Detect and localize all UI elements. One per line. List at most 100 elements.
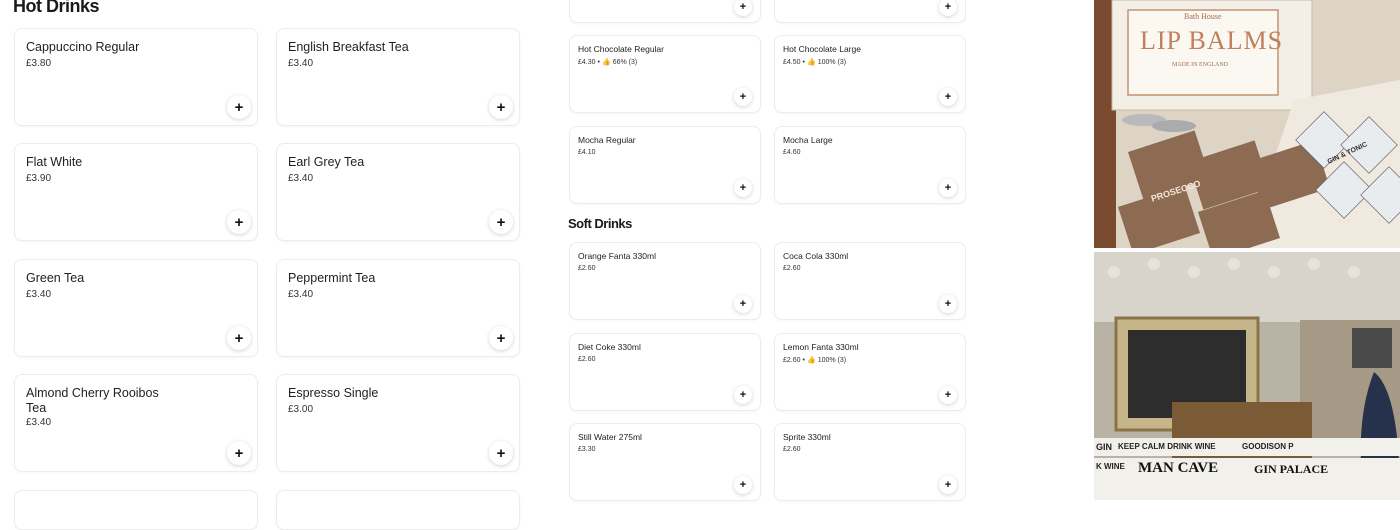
add-to-basket-button[interactable]: + <box>489 441 513 465</box>
menu-item-card[interactable]: Earl Grey Tea £3.40 + <box>276 143 520 241</box>
add-to-basket-button[interactable]: + <box>939 386 957 404</box>
menu-item-card[interactable]: Mocha Regular £4.10 + <box>569 126 761 204</box>
menu-item-card[interactable]: + <box>774 0 966 23</box>
man-cave-photo: GIN KEEP CALM DRINK WINE GOODISON P K WI… <box>1094 252 1400 500</box>
item-price: £3.30 <box>578 446 596 453</box>
add-to-basket-button[interactable]: + <box>734 476 752 494</box>
sign-gin-palace: GIN PALACE <box>1254 462 1329 476</box>
add-to-basket-button[interactable]: + <box>939 88 957 106</box>
add-to-basket-button[interactable]: + <box>227 210 251 234</box>
plus-icon: + <box>234 444 244 462</box>
sign-gin-left: GIN <box>1096 442 1113 452</box>
item-price: £4.10 <box>578 149 596 156</box>
sign-wine-left: K WINE <box>1096 462 1125 471</box>
menu-item-card[interactable]: Orange Fanta 330ml £2.60 + <box>569 242 761 320</box>
add-to-basket-button[interactable]: + <box>939 295 957 313</box>
item-price: £2.60 <box>783 446 801 453</box>
menu-item-card[interactable]: Lemon Fanta 330ml £2.60 • 👍 100% (3) + <box>774 333 966 411</box>
item-name: Still Water 275ml <box>578 432 642 442</box>
item-price: £4.50 <box>783 58 801 66</box>
menu-item-card[interactable]: Sprite 330ml £2.60 + <box>774 423 966 501</box>
plus-icon: + <box>496 213 506 231</box>
item-price: £2.60 <box>578 265 596 272</box>
menu-item-card[interactable]: Flat White £3.90 + <box>14 143 258 241</box>
item-name: Mocha Large <box>783 135 833 145</box>
item-price-rating: £4.50 • 👍 100% (3) <box>783 58 847 67</box>
sign-goodison: GOODISON P <box>1242 442 1294 451</box>
plus-icon: + <box>944 389 952 401</box>
menu-item-card[interactable]: Coca Cola 330ml £2.60 + <box>774 242 966 320</box>
plus-icon: + <box>739 479 747 491</box>
add-to-basket-button[interactable]: + <box>489 95 513 119</box>
menu-item-card[interactable]: Almond Cherry Rooibos Tea £3.40 + <box>14 374 258 472</box>
add-to-basket-button[interactable]: + <box>227 326 251 350</box>
item-name: Earl Grey Tea <box>288 155 365 169</box>
add-to-basket-button[interactable]: + <box>734 179 752 197</box>
plus-icon: + <box>496 444 506 462</box>
add-to-basket-button[interactable]: + <box>939 0 957 16</box>
menu-item-card[interactable]: Green Tea £3.40 + <box>14 259 258 357</box>
item-price: £2.60 <box>578 356 596 363</box>
plus-icon: + <box>944 91 952 103</box>
item-name: Coca Cola 330ml <box>783 251 849 261</box>
item-price-rating: £2.60 • 👍 100% (3) <box>783 356 847 365</box>
section-title-hot-drinks: Hot Drinks <box>13 0 100 16</box>
item-name: Hot Chocolate Large <box>783 44 861 54</box>
plus-icon: + <box>944 182 952 194</box>
add-to-basket-button[interactable]: + <box>489 210 513 234</box>
menu-item-card[interactable]: Espresso Single £3.00 + <box>276 374 520 472</box>
item-name: Green Tea <box>26 271 85 285</box>
menu-item-card[interactable]: Diet Coke 330ml £2.60 + <box>569 333 761 411</box>
thumbs-up-icon: 👍 <box>806 59 816 66</box>
item-rating: 100% (3) <box>817 58 847 66</box>
product-label: LIP BALMS <box>1140 26 1284 55</box>
plus-icon: + <box>496 98 506 116</box>
item-price: £4.60 <box>783 149 801 156</box>
add-to-basket-button[interactable]: + <box>734 386 752 404</box>
item-price: £3.00 <box>288 404 314 415</box>
add-to-basket-button[interactable]: + <box>227 95 251 119</box>
item-rating: 66% (3) <box>612 58 638 66</box>
item-name: Orange Fanta 330ml <box>578 251 656 261</box>
menu-item-card[interactable]: Mocha Large £4.60 + <box>774 126 966 204</box>
plus-icon: + <box>739 182 747 194</box>
menu-item-card[interactable] <box>276 490 520 530</box>
menu-item-card[interactable]: Hot Chocolate Large £4.50 • 👍 100% (3) + <box>774 35 966 113</box>
item-price-rating: £4.30 • 👍 66% (3) <box>578 58 638 67</box>
item-name: Hot Chocolate Regular <box>578 44 664 54</box>
item-name: Flat White <box>26 155 83 169</box>
item-price: £3.40 <box>288 173 314 184</box>
add-to-basket-button[interactable]: + <box>939 179 957 197</box>
plus-icon: + <box>234 213 244 231</box>
add-to-basket-button[interactable]: + <box>489 326 513 350</box>
menu-item-card[interactable]: English Breakfast Tea £3.40 + <box>276 28 520 126</box>
add-to-basket-button[interactable]: + <box>939 476 957 494</box>
add-to-basket-button[interactable]: + <box>227 441 251 465</box>
lip-balm-photo: Bath House LIP BALMS MADE IN ENGLAND PRO… <box>1094 0 1400 248</box>
item-name: Almond Cherry Rooibos Tea <box>26 386 159 415</box>
add-to-basket-button[interactable]: + <box>734 295 752 313</box>
menu-item-card[interactable]: Still Water 275ml £3.30 + <box>569 423 761 501</box>
plus-icon: + <box>739 298 747 310</box>
sign-man-cave: MAN CAVE <box>1138 460 1219 476</box>
item-name: Lemon Fanta 330ml <box>783 342 859 352</box>
add-to-basket-button[interactable]: + <box>734 88 752 106</box>
item-price: £3.40 <box>26 417 52 428</box>
plus-icon: + <box>944 1 952 13</box>
item-price: £3.80 <box>26 58 52 69</box>
menu-item-card[interactable]: + <box>569 0 761 23</box>
brand-label: Bath House <box>1184 12 1222 21</box>
item-name: Espresso Single <box>288 386 379 400</box>
item-price: £3.40 <box>288 58 314 69</box>
plus-icon: + <box>739 389 747 401</box>
menu-item-card[interactable] <box>14 490 258 530</box>
menu-item-card[interactable]: Hot Chocolate Regular £4.30 • 👍 66% (3) … <box>569 35 761 113</box>
add-to-basket-button[interactable]: + <box>734 0 752 16</box>
menu-item-card[interactable]: Cappuccino Regular £3.80 + <box>14 28 258 126</box>
sign-keep-calm: KEEP CALM DRINK WINE <box>1118 442 1216 451</box>
menu-item-card[interactable]: Peppermint Tea £3.40 + <box>276 259 520 357</box>
item-price: £2.60 <box>783 356 801 364</box>
plus-icon: + <box>234 98 244 116</box>
item-price: £4.30 <box>578 58 596 66</box>
plus-icon: + <box>234 329 244 347</box>
